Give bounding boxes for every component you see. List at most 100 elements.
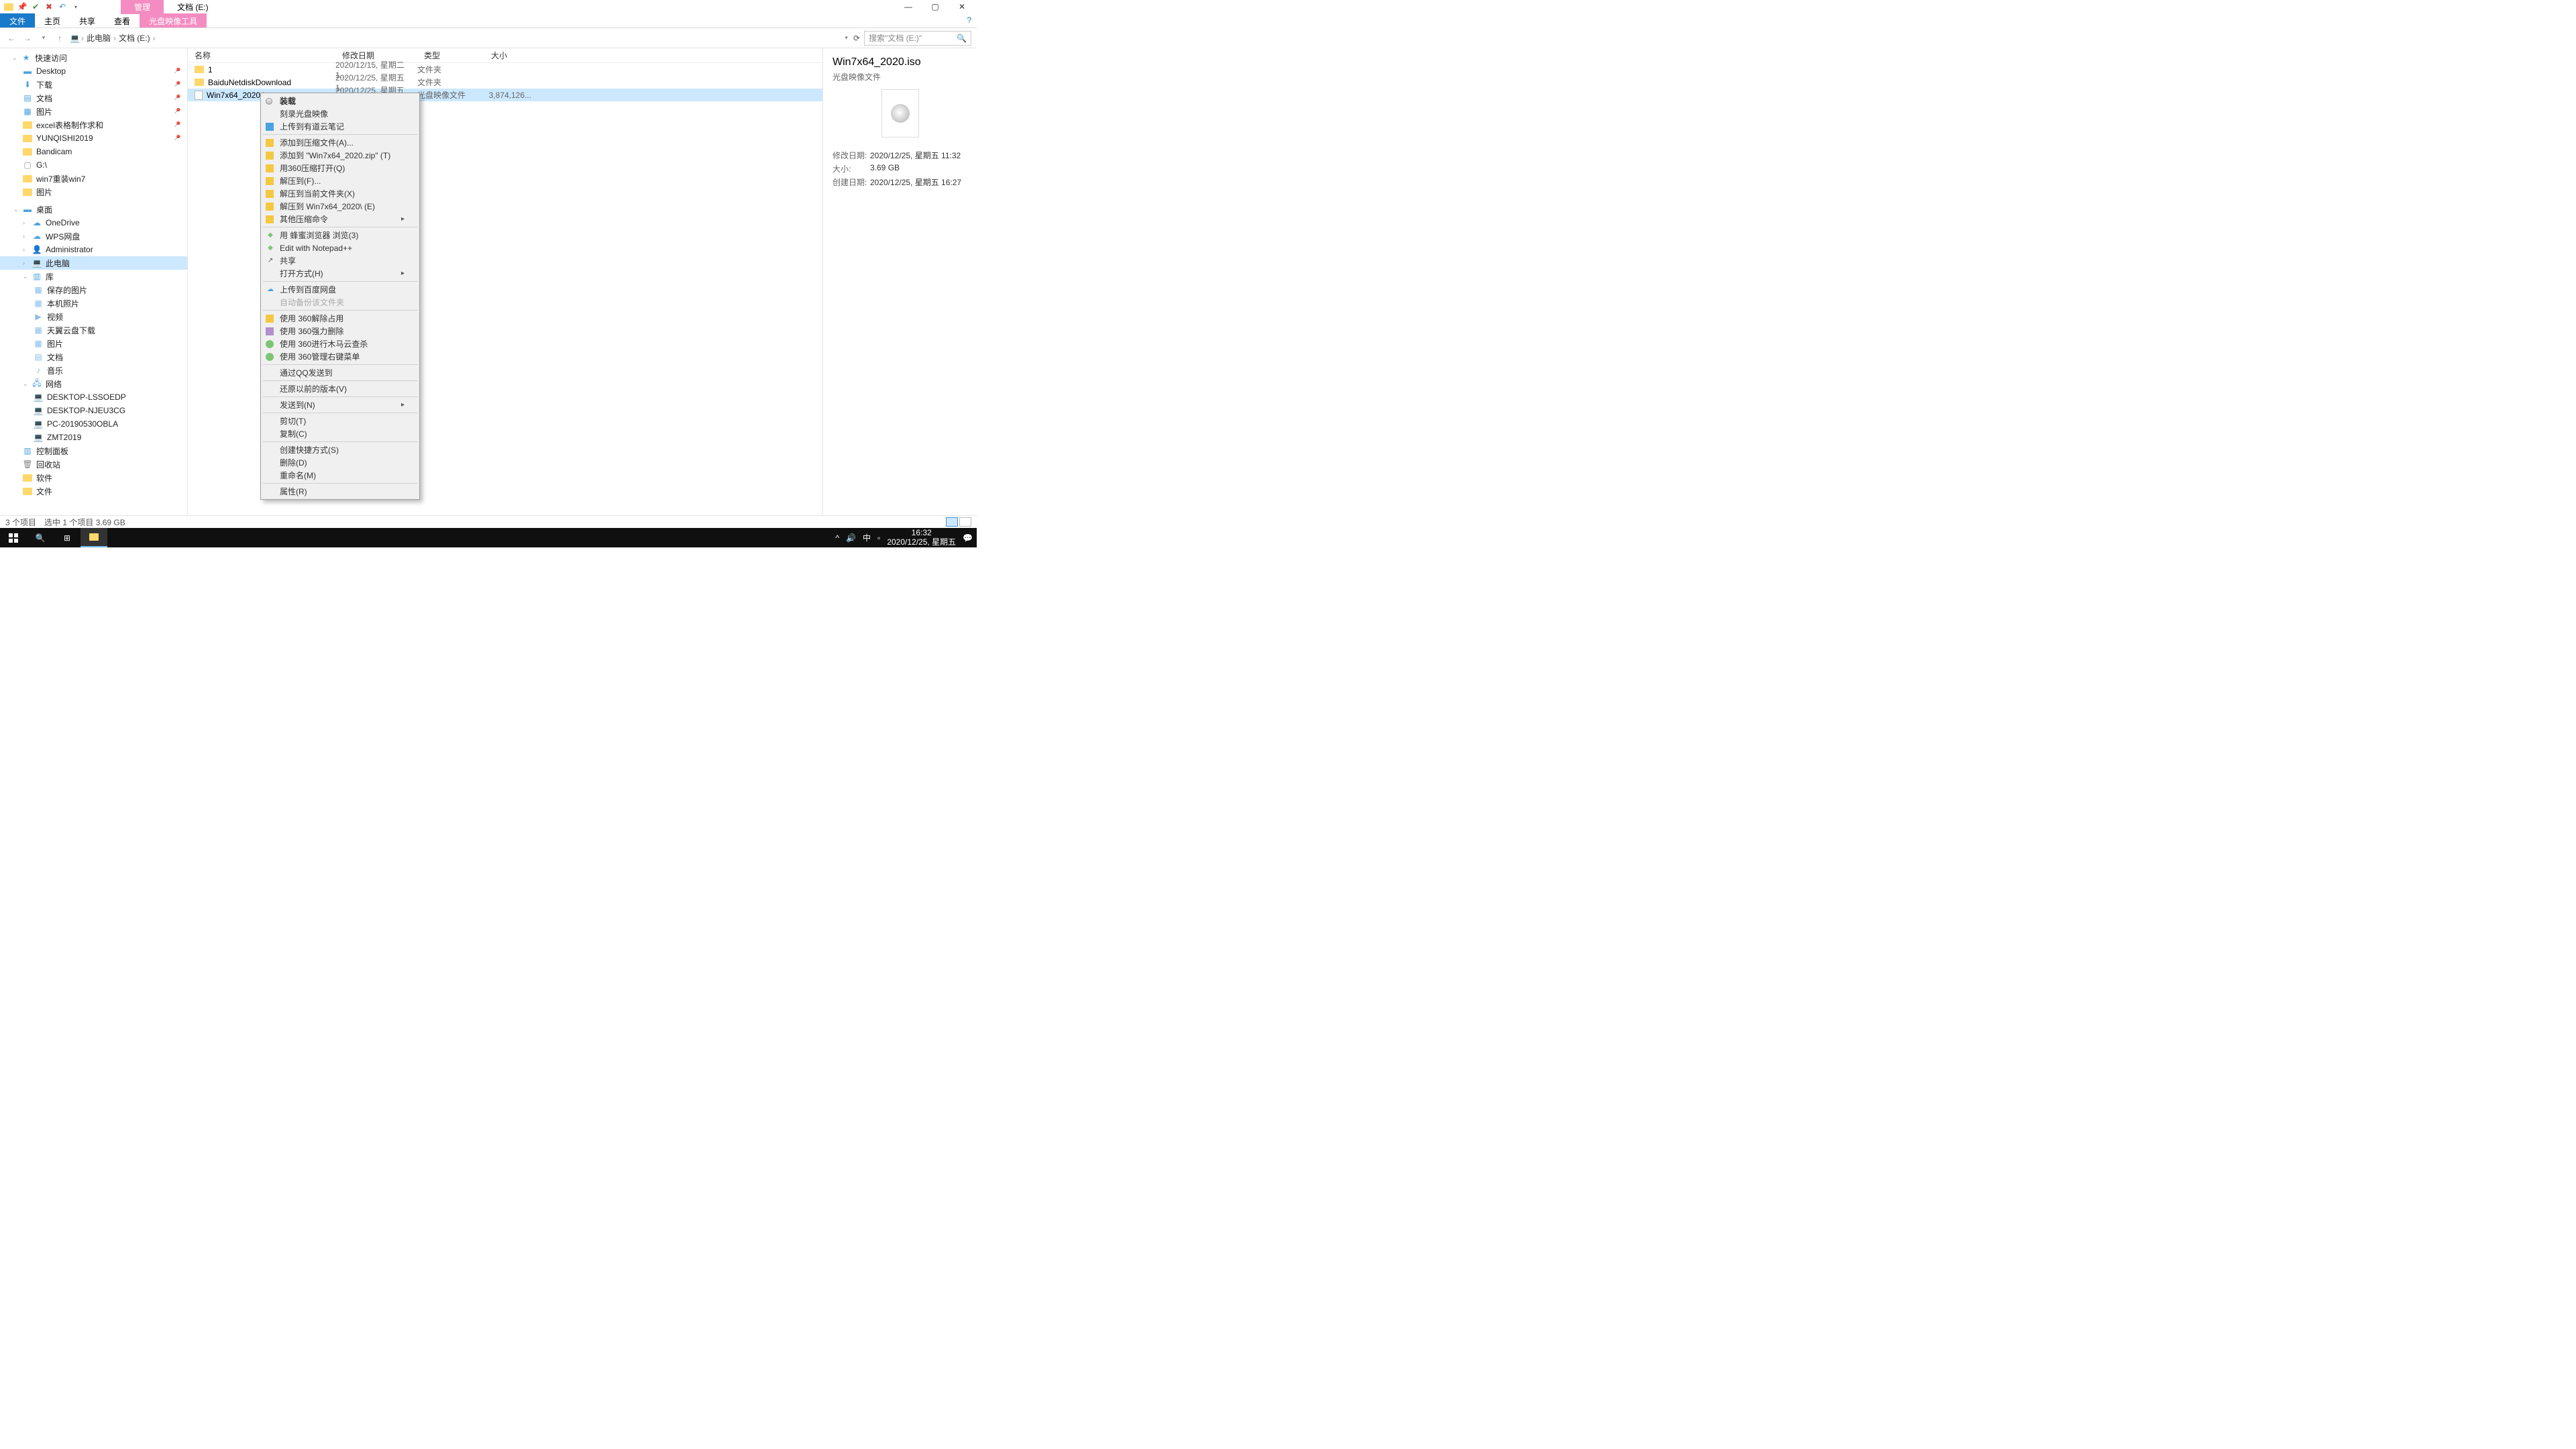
search-icon[interactable]: 🔍 bbox=[957, 34, 967, 43]
ctx-create-shortcut[interactable]: 创建快捷方式(S) bbox=[262, 443, 418, 456]
tray-network-icon[interactable]: ▫ bbox=[877, 533, 880, 543]
tree-item[interactable]: ▢G:\ bbox=[0, 158, 187, 172]
tray-ime-indicator[interactable]: 中 bbox=[863, 532, 871, 543]
ctx-rename[interactable]: 重命名(M) bbox=[262, 469, 418, 482]
col-size[interactable]: 大小 bbox=[484, 48, 538, 62]
tree-item[interactable]: 文件 bbox=[0, 484, 187, 498]
tree-network[interactable]: ⌄🖧网络 bbox=[0, 377, 187, 390]
addr-seg-pc[interactable]: 此电脑 bbox=[85, 32, 112, 44]
tree-quick-access[interactable]: ⌄★快速访问 bbox=[0, 51, 187, 64]
tree-item[interactable]: ▦图片 bbox=[0, 337, 187, 350]
ctx-360-delete[interactable]: 使用 360强力删除 bbox=[262, 325, 418, 337]
ctx-share[interactable]: ↗共享 bbox=[262, 254, 418, 267]
tree-item[interactable]: 💻ZMT2019 bbox=[0, 431, 187, 444]
tree-item[interactable]: 软件 bbox=[0, 471, 187, 484]
nav-recent-dropdown[interactable]: ▾ bbox=[38, 32, 50, 44]
task-view-button[interactable]: ⊞ bbox=[54, 528, 80, 547]
tree-item[interactable]: ▦保存的图片 bbox=[0, 283, 187, 297]
ctx-cut[interactable]: 剪切(T) bbox=[262, 415, 418, 427]
col-type[interactable]: 类型 bbox=[417, 48, 484, 62]
ctx-honey-browser[interactable]: ◆用 蜂蜜浏览器 浏览(3) bbox=[262, 229, 418, 241]
qat-check-icon[interactable]: ✔ bbox=[31, 2, 40, 11]
tree-item[interactable]: 🗑回收站 bbox=[0, 458, 187, 471]
tree-item[interactable]: ⬇下载📍 bbox=[0, 78, 187, 91]
help-icon[interactable]: ? bbox=[961, 13, 977, 28]
tree-item[interactable]: ♪音乐 bbox=[0, 364, 187, 377]
tree-item[interactable]: ▤文档 bbox=[0, 350, 187, 364]
ribbon-tab-share[interactable]: 共享 bbox=[70, 13, 105, 28]
addr-seg-drive[interactable]: 文档 (E:) bbox=[117, 32, 152, 44]
tree-item[interactable]: ▶视频 bbox=[0, 310, 187, 323]
nav-forward-button[interactable]: → bbox=[21, 32, 34, 44]
tree-item[interactable]: 💻PC-20190530OBLA bbox=[0, 417, 187, 431]
ctx-open-with[interactable]: 打开方式(H)▸ bbox=[262, 267, 418, 280]
ctx-extract-folder[interactable]: 解压到 Win7x64_2020\ (E) bbox=[262, 200, 418, 213]
ctx-mount[interactable]: 装载 bbox=[262, 95, 418, 107]
tree-item[interactable]: ▤文档📍 bbox=[0, 91, 187, 105]
ribbon-tab-view[interactable]: 查看 bbox=[105, 13, 140, 28]
taskbar-explorer-button[interactable] bbox=[80, 528, 107, 547]
view-icons-button[interactable] bbox=[959, 517, 971, 527]
ctx-delete[interactable]: 删除(D) bbox=[262, 456, 418, 469]
ctx-add-archive[interactable]: 添加到压缩文件(A)... bbox=[262, 136, 418, 149]
refresh-icon[interactable]: ⟳ bbox=[853, 34, 860, 43]
tree-item[interactable]: ▥控制面板 bbox=[0, 444, 187, 458]
close-button[interactable]: ✕ bbox=[953, 0, 971, 13]
tray-chevron-icon[interactable]: ^ bbox=[835, 533, 839, 543]
tree-item[interactable]: YUNQISHI2019📍 bbox=[0, 131, 187, 145]
ctx-extract-to[interactable]: 解压到(F)... bbox=[262, 174, 418, 187]
ctx-360-scan[interactable]: 使用 360进行木马云查杀 bbox=[262, 337, 418, 350]
file-row[interactable]: 1 2020/12/15, 星期二 1... 文件夹 bbox=[188, 63, 822, 76]
qat-pin-icon[interactable]: 📌 bbox=[17, 2, 27, 11]
maximize-button[interactable]: ▢ bbox=[926, 0, 945, 13]
qat-dropdown-icon[interactable]: ▾ bbox=[71, 2, 80, 11]
tree-item[interactable]: 💻DESKTOP-LSSOEDP bbox=[0, 390, 187, 404]
tree-item[interactable]: ▬Desktop📍 bbox=[0, 64, 187, 78]
ctx-copy[interactable]: 复制(C) bbox=[262, 427, 418, 440]
view-details-button[interactable] bbox=[946, 517, 958, 527]
ctx-properties[interactable]: 属性(R) bbox=[262, 485, 418, 498]
ctx-send-to[interactable]: 发送到(N)▸ bbox=[262, 398, 418, 411]
tree-item[interactable]: ▦天翼云盘下载 bbox=[0, 323, 187, 337]
ctx-add-zip[interactable]: 添加到 "Win7x64_2020.zip" (T) bbox=[262, 149, 418, 162]
file-row[interactable]: BaiduNetdiskDownload 2020/12/25, 星期五 1..… bbox=[188, 76, 822, 89]
minimize-button[interactable]: — bbox=[899, 0, 918, 13]
taskbar-clock[interactable]: 16:32 2020/12/25, 星期五 bbox=[887, 529, 956, 546]
ctx-baidu-upload[interactable]: ☁上传到百度网盘 bbox=[262, 283, 418, 296]
tree-item[interactable]: ▦图片📍 bbox=[0, 105, 187, 118]
tree-item[interactable]: Bandicam bbox=[0, 145, 187, 158]
ctx-other-compress[interactable]: 其他压缩命令▸ bbox=[262, 213, 418, 225]
title-tab-manage[interactable]: 管理 bbox=[121, 0, 164, 14]
addr-dropdown-icon[interactable]: ▾ bbox=[845, 34, 848, 42]
ctx-notepadpp[interactable]: ◆Edit with Notepad++ bbox=[262, 241, 418, 254]
ribbon-tab-disc-tools[interactable]: 光盘映像工具 bbox=[140, 13, 207, 28]
ctx-youdao[interactable]: 上传到有道云笔记 bbox=[262, 120, 418, 133]
tree-item[interactable]: ›☁OneDrive bbox=[0, 216, 187, 229]
nav-up-button[interactable]: ↑ bbox=[54, 32, 66, 44]
tree-item[interactable]: excel表格制作求和📍 bbox=[0, 118, 187, 131]
tree-desktop[interactable]: ⌄▬桌面 bbox=[0, 203, 187, 216]
tray-volume-icon[interactable]: 🔊 bbox=[846, 533, 856, 543]
ctx-burn[interactable]: 刻录光盘映像 bbox=[262, 107, 418, 120]
ribbon-tab-file[interactable]: 文件 bbox=[0, 13, 35, 28]
ctx-360-manage[interactable]: 使用 360管理右键菜单 bbox=[262, 350, 418, 363]
tree-this-pc[interactable]: ›💻此电脑 bbox=[0, 256, 187, 270]
ribbon-tab-home[interactable]: 主页 bbox=[35, 13, 70, 28]
tree-item[interactable]: win7重装win7 bbox=[0, 172, 187, 185]
tree-item[interactable]: ▦本机照片 bbox=[0, 297, 187, 310]
tree-item[interactable]: 💻DESKTOP-NJEU3CG bbox=[0, 404, 187, 417]
ctx-restore-versions[interactable]: 还原以前的版本(V) bbox=[262, 382, 418, 395]
ctx-extract-here[interactable]: 解压到当前文件夹(X) bbox=[262, 187, 418, 200]
tree-item[interactable]: ›☁WPS网盘 bbox=[0, 229, 187, 243]
tree-item[interactable]: 图片 bbox=[0, 185, 187, 199]
tree-libraries[interactable]: ⌄▥库 bbox=[0, 270, 187, 283]
start-button[interactable] bbox=[0, 528, 27, 547]
nav-back-button[interactable]: ← bbox=[5, 32, 17, 44]
col-name[interactable]: 名称 bbox=[188, 48, 335, 62]
qat-undo-icon[interactable]: ↶ bbox=[58, 2, 67, 11]
tree-item[interactable]: ›👤Administrator bbox=[0, 243, 187, 256]
ctx-360-unlock[interactable]: 使用 360解除占用 bbox=[262, 312, 418, 325]
search-input[interactable]: 搜索"文档 (E:)" 🔍 bbox=[864, 31, 971, 46]
address-path[interactable]: 💻 › 此电脑 › 文档 (E:) › ▾ ⟳ bbox=[70, 32, 860, 44]
ctx-qq-send[interactable]: 通过QQ发送到 bbox=[262, 366, 418, 379]
